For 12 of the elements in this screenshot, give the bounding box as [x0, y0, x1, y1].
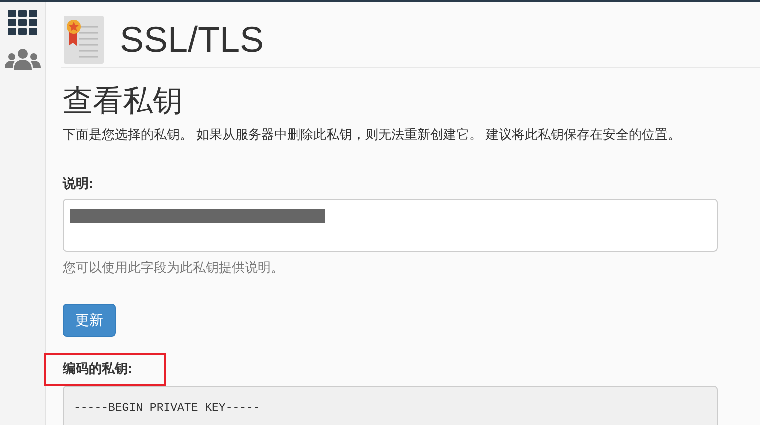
field-label: 编码的私钥:: [63, 360, 132, 378]
page-title: SSL/TLS: [120, 18, 264, 62]
update-button[interactable]: 更新: [63, 304, 116, 336]
apps-grid-icon[interactable]: [8, 10, 38, 36]
certificate-icon: [64, 16, 104, 64]
intro-text: 下面是您选择的私钥。 如果从服务器中删除此私钥，则无法重新创建它。 建议将此私钥保存在安全的位置。: [63, 126, 682, 144]
help-text: 您可以使用此字段为此私钥提供说明。: [63, 259, 285, 277]
page-heading: 查看私钥: [63, 84, 184, 120]
field-label: 说明:: [63, 174, 94, 192]
users-icon[interactable]: [4, 48, 40, 70]
description-field[interactable]: [63, 199, 718, 252]
key-text: -----BEGIN PRIVATE KEY-----: [74, 402, 260, 414]
